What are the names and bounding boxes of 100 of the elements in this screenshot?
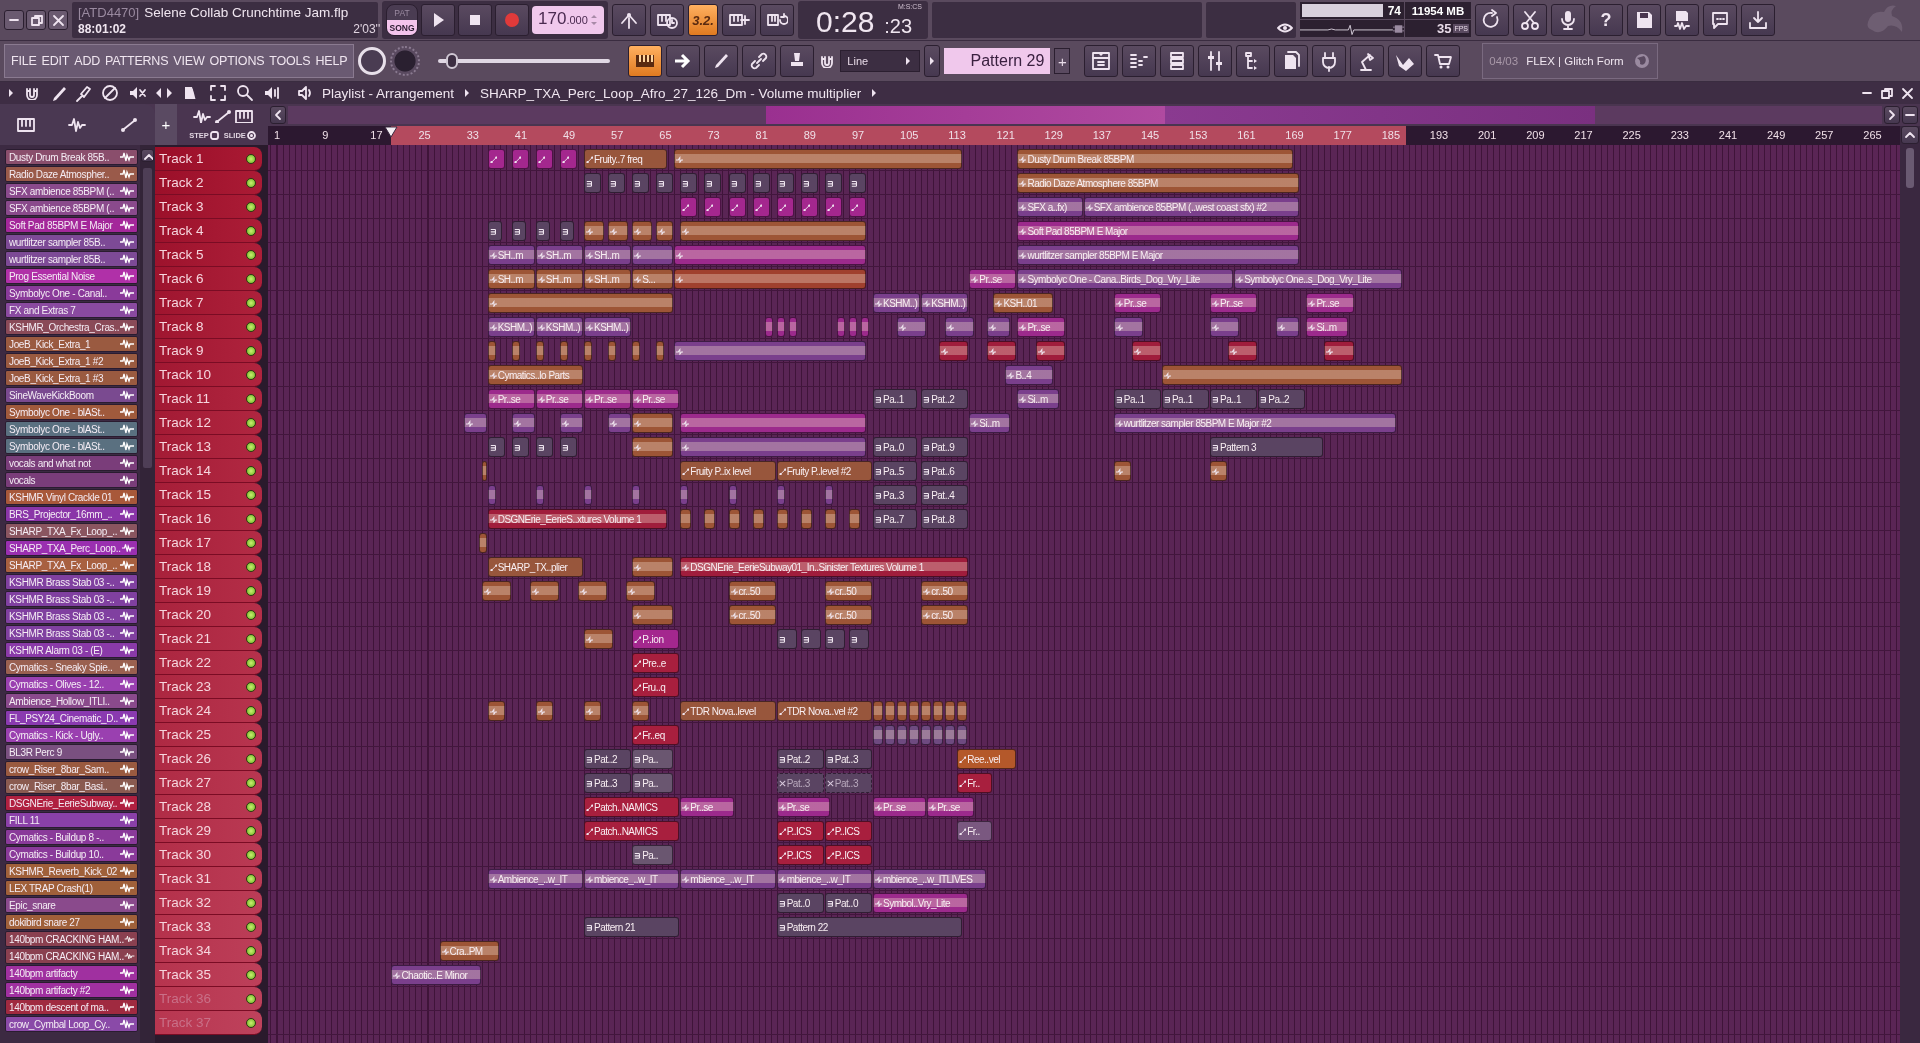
channel-button[interactable]: 140bpm CRACKING HAM.. bbox=[5, 931, 138, 947]
menu-item[interactable]: FILE bbox=[11, 54, 37, 68]
track-header[interactable]: Track 13 bbox=[155, 435, 262, 459]
pattern-clip[interactable]: Pa..5 bbox=[872, 461, 918, 481]
channel-button[interactable]: Prog Essential Noise bbox=[5, 268, 138, 284]
audio-clip[interactable]: cr..50 bbox=[921, 581, 969, 601]
track-header[interactable]: Track 14 bbox=[155, 459, 262, 483]
channel-button[interactable]: Cymatics - Buildup 8 -.. bbox=[5, 829, 138, 845]
track-header[interactable]: Track 22 bbox=[155, 651, 262, 675]
pattern-clip[interactable]: Pa..7 bbox=[872, 509, 918, 529]
audio-clip[interactable]: SFX a..fx) bbox=[1017, 197, 1083, 217]
automation-clip[interactable]: P..ICS bbox=[776, 821, 824, 841]
audio-clip[interactable]: Pr..se bbox=[872, 797, 927, 817]
track-header[interactable]: Track 11 bbox=[155, 387, 262, 411]
pattern-clip[interactable]: Pat..9 bbox=[921, 437, 969, 457]
track-header[interactable]: Track 20 bbox=[155, 603, 262, 627]
audio-clip[interactable]: Pr..se bbox=[969, 269, 1017, 289]
track-header[interactable]: Track 33 bbox=[155, 915, 262, 939]
channel-button[interactable]: 140bpm artifacty #2 bbox=[5, 982, 138, 998]
track-header[interactable]: Track 29 bbox=[155, 819, 262, 843]
audio-clip[interactable]: SH..m bbox=[535, 269, 583, 289]
audio-clip[interactable]: KSHM..) bbox=[921, 293, 969, 313]
track-header[interactable]: Track 2 bbox=[155, 171, 262, 195]
track-header[interactable]: Track 9 bbox=[155, 339, 262, 363]
automation-clip[interactable]: TDR Nova..vel #2 bbox=[776, 701, 872, 721]
track-header[interactable]: Track 35 bbox=[155, 963, 262, 987]
channel-button[interactable]: SHARP_TXA_Perc_Loop.. bbox=[5, 540, 138, 556]
pattern-clip[interactable]: Pat..3 bbox=[824, 749, 872, 769]
audio-clip[interactable]: cr..50 bbox=[728, 605, 776, 625]
channel-button[interactable]: KSHMR Brass Stab 03 -.. bbox=[5, 591, 138, 607]
track-header[interactable]: Track 27 bbox=[155, 771, 262, 795]
audio-clip[interactable]: SFX ambience 85BPM (..west coast sfx) #2 bbox=[1083, 197, 1300, 217]
channel-button[interactable]: crow_Cymbal Loop_Cy.. bbox=[5, 1016, 138, 1032]
track-header[interactable]: Track 32 bbox=[155, 891, 262, 915]
mode-toggle[interactable]: SONG bbox=[387, 20, 417, 35]
channel-button[interactable]: Symbolyc One - blASt.. bbox=[5, 438, 138, 454]
track-header[interactable]: Track 1 bbox=[155, 147, 262, 171]
automation-clip[interactable]: SHARP_TX..plier bbox=[487, 557, 583, 577]
audio-clip[interactable]: Pr..se bbox=[1017, 317, 1065, 337]
channel-button[interactable]: SHARP_TXA_Fx_Loop_.. bbox=[5, 557, 138, 573]
menu-item[interactable]: VIEW bbox=[173, 54, 205, 68]
audio-clip[interactable]: Pr..se bbox=[535, 389, 583, 409]
pattern-clip[interactable]: Pat..0 bbox=[824, 893, 872, 913]
track-header[interactable]: Track 18 bbox=[155, 555, 262, 579]
add-pattern-button[interactable]: + bbox=[1054, 48, 1071, 74]
track-header[interactable]: Track 17 bbox=[155, 531, 262, 555]
track-header[interactable]: Track 3 bbox=[155, 195, 262, 219]
channel-button[interactable]: Soft Pad 85BPM E Major bbox=[5, 217, 138, 233]
channel-button[interactable]: Ambience_Hollow_ITLI.. bbox=[5, 693, 138, 709]
automation-clip[interactable]: P..ICS bbox=[824, 821, 872, 841]
channel-button[interactable]: FX and Extras 7 bbox=[5, 302, 138, 318]
audio-clip[interactable]: cr..50 bbox=[824, 605, 872, 625]
track-header[interactable]: Track 24 bbox=[155, 699, 262, 723]
pattern-clip[interactable]: Pa..1 bbox=[1210, 389, 1258, 409]
automation-clip[interactable]: Fr.. bbox=[957, 773, 993, 793]
audio-clip[interactable]: B..4 bbox=[1005, 365, 1053, 385]
channel-button[interactable]: crow_Riser_8bar_Basi.. bbox=[5, 778, 138, 794]
audio-clip[interactable]: DSGNErie_EerieS..xtures Volume 1 bbox=[487, 509, 668, 529]
snap-dropdown[interactable]: Line bbox=[840, 50, 921, 72]
pattern-clip[interactable]: Pa..1 bbox=[1161, 389, 1210, 409]
audio-clip[interactable]: Si..m bbox=[1306, 317, 1348, 337]
audio-clip[interactable]: Pr..se bbox=[776, 797, 830, 817]
track-header[interactable]: Track 28 bbox=[155, 795, 262, 819]
news-panel[interactable]: 04/03 FLEX | Glitch Form bbox=[1482, 43, 1659, 79]
automation-clip[interactable]: P..ion bbox=[632, 629, 680, 649]
audio-clip[interactable]: Chaotic..E Minor bbox=[391, 965, 481, 985]
audio-clip[interactable]: cr..50 bbox=[921, 605, 969, 625]
pattern-clip[interactable]: Pattern 22 bbox=[776, 917, 963, 937]
audio-clip[interactable]: SH..m bbox=[487, 245, 535, 265]
audio-clip[interactable]: KSH..01 bbox=[993, 293, 1053, 313]
audio-clip[interactable]: Pr..se bbox=[487, 389, 535, 409]
audio-clip[interactable]: SH..m bbox=[584, 245, 632, 265]
help-button[interactable]: ? bbox=[1589, 4, 1623, 36]
audio-clip[interactable]: KSHM..) bbox=[584, 317, 632, 337]
pattern-clip[interactable]: Pa.. bbox=[632, 845, 674, 865]
track-header[interactable]: Track 31 bbox=[155, 867, 262, 891]
channel-button[interactable]: FL_PSY24_Cinematic_D.. bbox=[5, 710, 138, 726]
automation-clip[interactable]: Patch..NAMICS bbox=[584, 821, 680, 841]
pattern-selector[interactable]: Pattern 29 bbox=[944, 48, 1051, 74]
audio-clip[interactable]: Pr..se bbox=[1210, 293, 1258, 313]
pattern-clip[interactable]: Pa.. bbox=[632, 749, 674, 769]
track-header[interactable]: Track 34 bbox=[155, 939, 262, 963]
audio-clip[interactable]: wurtlitzer sampler 85BPM E Major #2 bbox=[1113, 413, 1396, 433]
channel-button[interactable]: DSGNErie_EerieSubway.. bbox=[5, 795, 138, 811]
channel-button[interactable]: JoeB_Kick_Extra_1 #3 bbox=[5, 370, 138, 386]
automation-clip[interactable]: Fruity P..level #2 bbox=[776, 461, 872, 481]
pattern-clip[interactable]: Pat..3 bbox=[584, 773, 632, 793]
channel-button[interactable]: 140bpm artifacty bbox=[5, 965, 138, 981]
audio-clip[interactable]: mbience_..w_IT bbox=[680, 869, 776, 889]
channel-button[interactable]: JoeB_Kick_Extra_1 bbox=[5, 336, 138, 352]
timeline-ruler[interactable]: 1 9 17 25 33 41 49 57 65 73 81 89 97 105 113 121 129 137 145 153 161 169 177 185 193 201 209 217 225 233 241 249 257 265 bbox=[268, 126, 1900, 145]
track-header[interactable]: Track 25 bbox=[155, 723, 262, 747]
channel-button[interactable]: LEX TRAP Crash(1) bbox=[5, 880, 138, 896]
pattern-clip[interactable]: Pat..3 bbox=[824, 773, 872, 793]
tempo-field[interactable]: 170.000 bbox=[532, 6, 604, 34]
automation-clip[interactable]: Pre..e bbox=[632, 653, 680, 673]
track-header[interactable]: Track 5 bbox=[155, 243, 262, 267]
automation-clip[interactable]: P..ICS bbox=[824, 845, 872, 865]
pattern-clip[interactable]: Pat..3 bbox=[776, 773, 824, 793]
pattern-clip[interactable]: Pat..4 bbox=[921, 485, 969, 505]
